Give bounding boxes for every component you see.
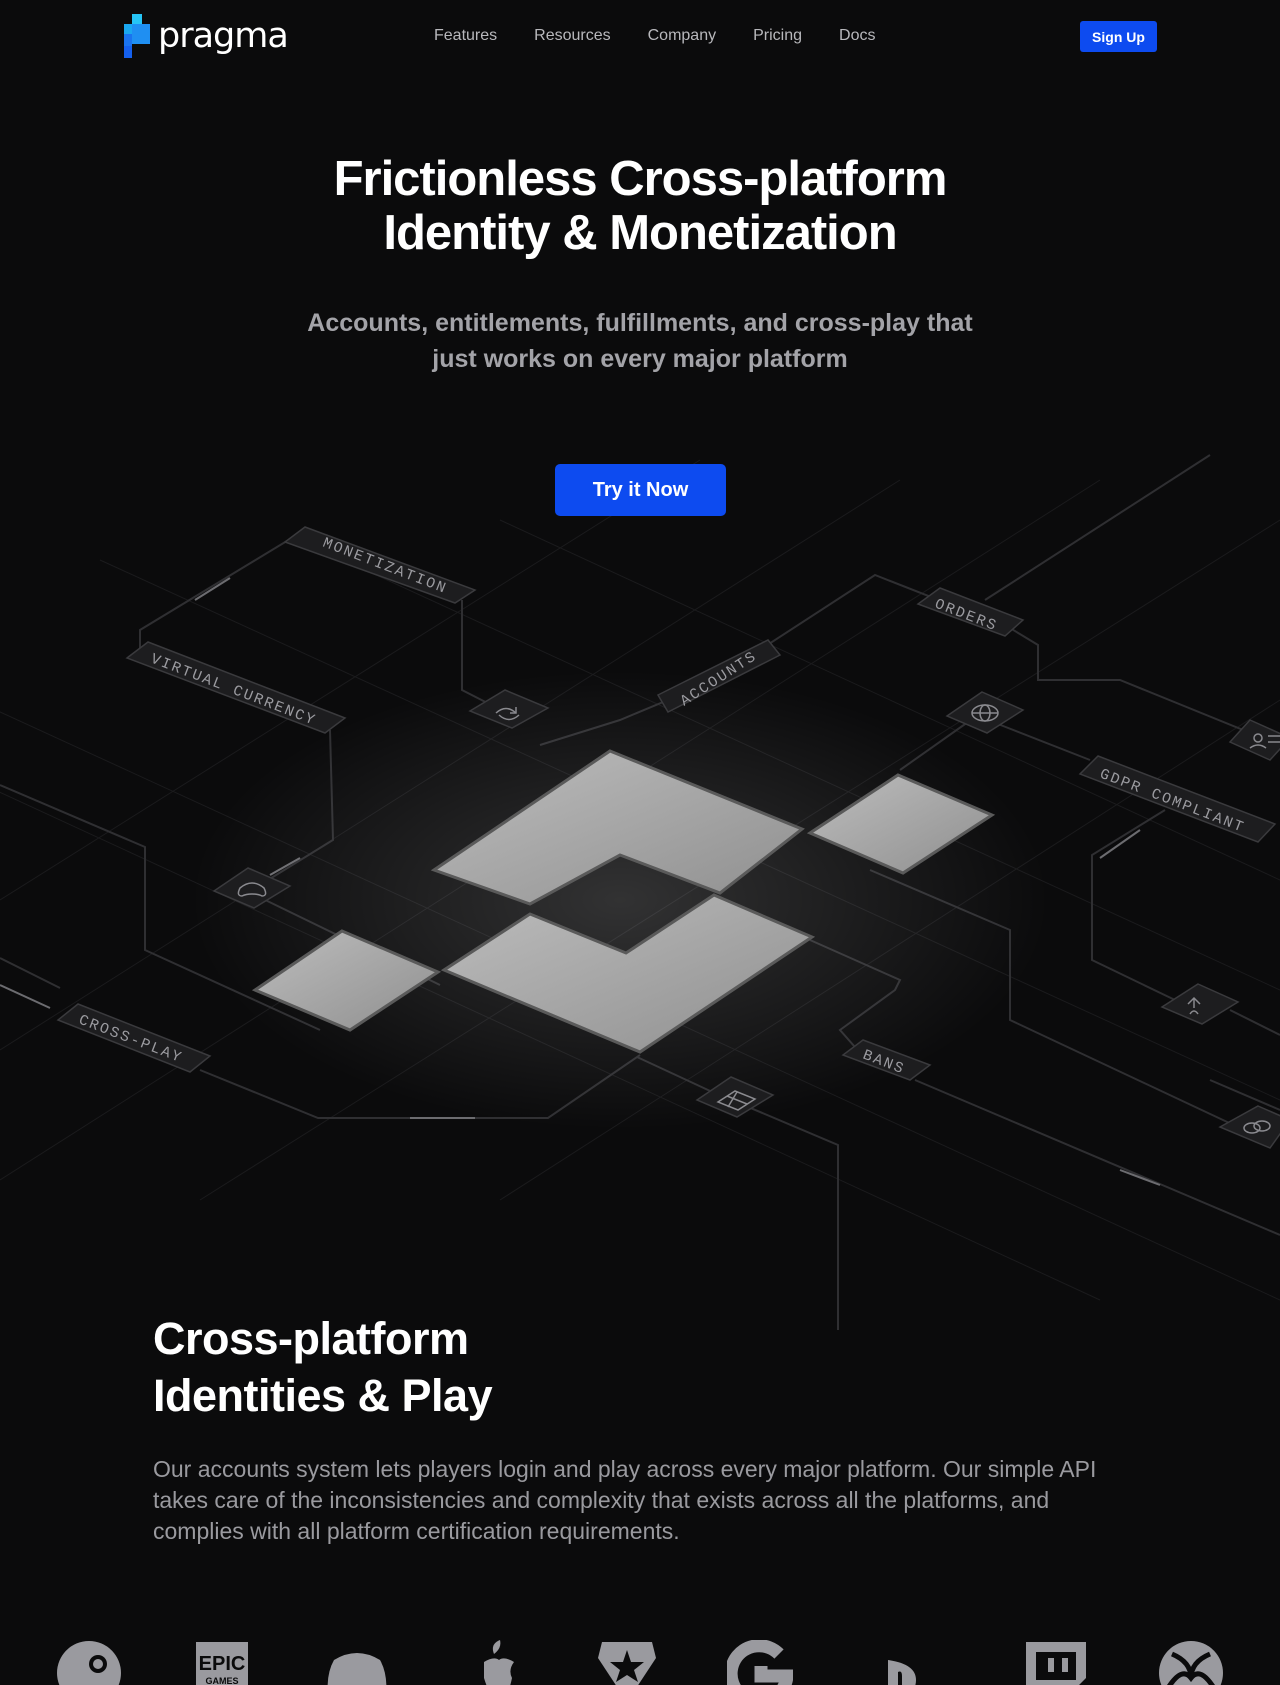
hero-title-line-2: Identity & Monetization: [383, 206, 897, 260]
nav-company[interactable]: Company: [648, 27, 716, 45]
hero-subtitle-line-2: just works on every major platform: [432, 345, 848, 373]
epic-wordmark: EPIC: [199, 1653, 246, 1675]
section-identity-title: Cross-platform Identities & Play: [153, 1310, 493, 1424]
games-wordmark: GAMES: [205, 1676, 238, 1685]
section-identity-title-line-2: Identities & Play: [153, 1370, 493, 1421]
nav-pricing[interactable]: Pricing: [753, 27, 802, 45]
hero-title: Frictionless Cross-platform Identity & M…: [140, 152, 1140, 260]
section-identity-body: Our accounts system lets players login a…: [153, 1456, 1097, 1544]
google-icon: [727, 1640, 793, 1685]
nav-resources[interactable]: Resources: [534, 27, 610, 45]
logo-text: pragma: [158, 15, 289, 56]
hero-subtitle: Accounts, entitlements, fulfillments, an…: [240, 305, 1040, 377]
playstation-icon: [888, 1660, 916, 1685]
label-gdpr: GDPR COMPLIANT: [1097, 766, 1247, 837]
twitch-icon: [1026, 1642, 1086, 1685]
sign-up-button[interactable]: Sign Up: [1080, 21, 1157, 52]
steam-icon: [57, 1641, 121, 1685]
platform-diagram: MONETIZATION VIRTUAL CURRENCY ACCOUNTS O…: [0, 440, 1280, 1340]
epic-games-icon: EPIC GAMES: [196, 1642, 248, 1685]
label-monetization: MONETIZATION: [320, 535, 449, 598]
logo-mark-icon: [124, 14, 150, 58]
try-it-now-button[interactable]: Try it Now: [555, 464, 726, 516]
nav-docs[interactable]: Docs: [839, 27, 875, 45]
discord-icon: [327, 1653, 387, 1685]
apple-icon: [484, 1640, 514, 1685]
hero-subtitle-line-1: Accounts, entitlements, fulfillments, an…: [307, 309, 973, 337]
star-badge-icon: [598, 1642, 656, 1685]
site-header: pragma Features Resources Company Pricin…: [0, 0, 1280, 76]
chip-link: [1218, 1105, 1280, 1149]
platform-logos: EPIC GAMES: [0, 1640, 1280, 1685]
diagram-svg: MONETIZATION VIRTUAL CURRENCY ACCOUNTS O…: [0, 454, 1280, 1330]
section-identity-title-line-1: Cross-platform: [153, 1313, 469, 1364]
hero-title-line-1: Frictionless Cross-platform: [333, 152, 948, 206]
label-virtual-currency: VIRTUAL CURRENCY: [148, 651, 318, 730]
main-nav: Features Resources Company Pricing Docs: [434, 27, 912, 45]
pragma-logo[interactable]: pragma: [124, 14, 289, 58]
xbox-icon: [1159, 1641, 1223, 1685]
nav-features[interactable]: Features: [434, 27, 497, 45]
